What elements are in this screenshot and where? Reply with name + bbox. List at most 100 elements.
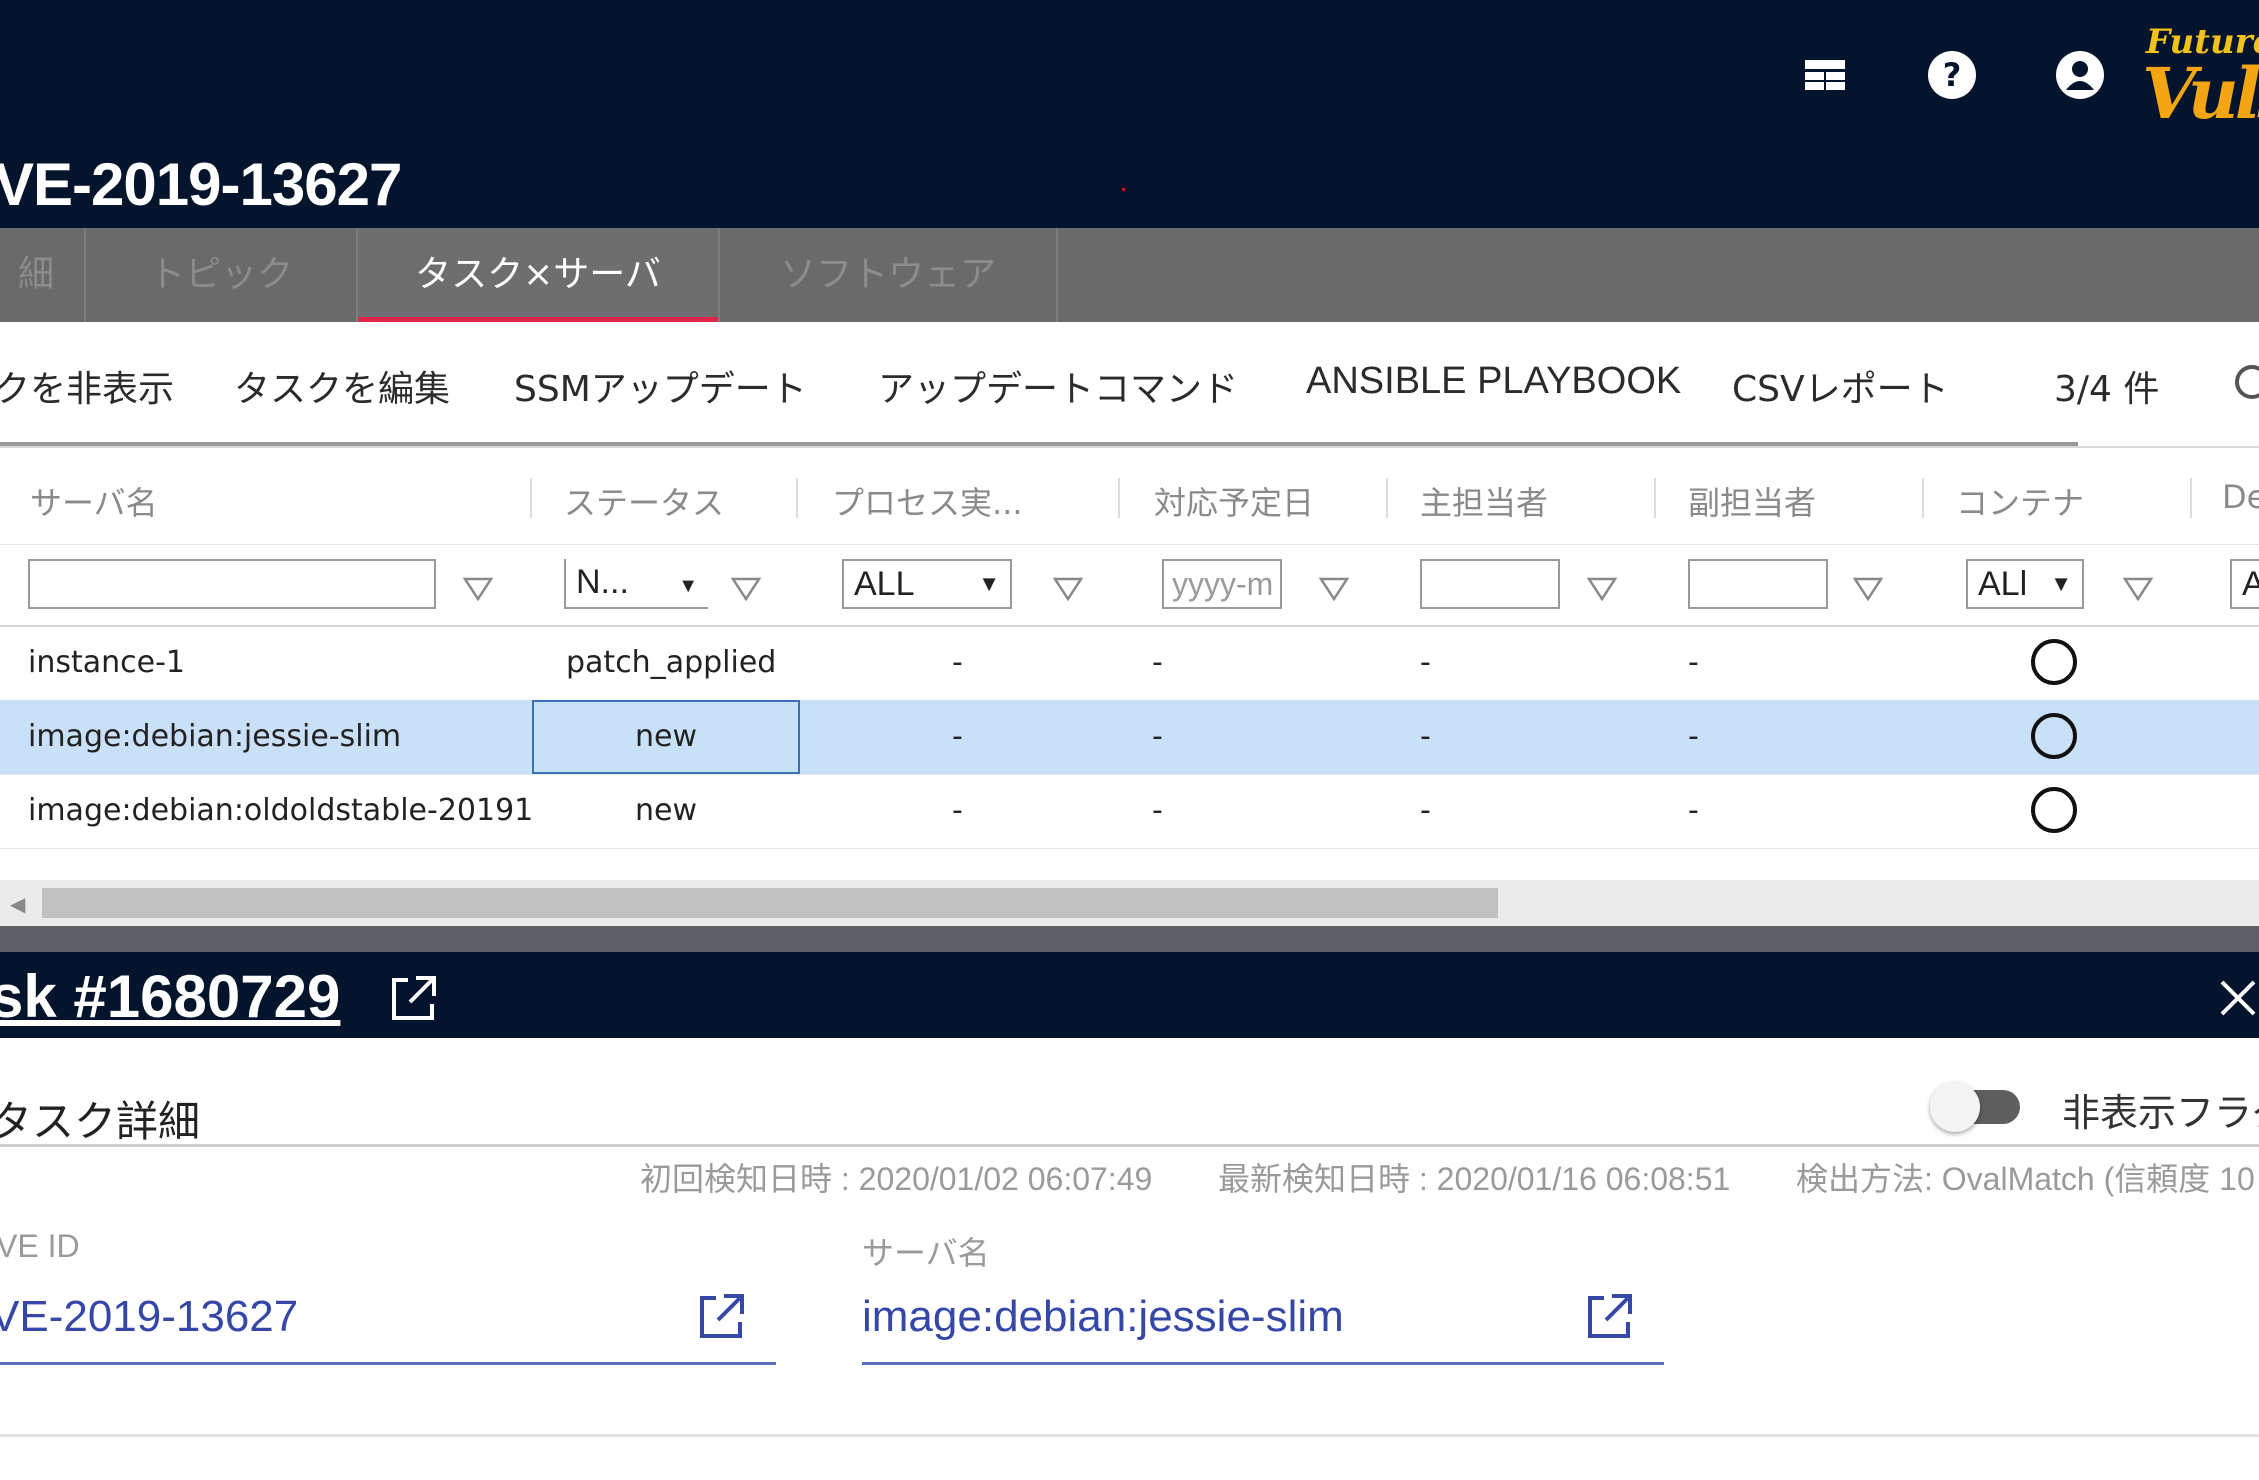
column-header-extra[interactable]: De	[2222, 478, 2259, 516]
main-assignee-filter-input[interactable]	[1420, 559, 1560, 609]
process-cell: -	[952, 793, 963, 828]
open-in-new-icon[interactable]	[694, 1290, 748, 1344]
cve-id-underline	[0, 1362, 776, 1365]
detection-method: 検出方法: OvalMatch (信頼度 10	[1796, 1161, 2255, 1197]
csv-report-button[interactable]: CSVレポート	[1732, 360, 1949, 412]
container-flag-icon	[2031, 639, 2077, 685]
last-detected: 最新検知日時 : 2020/01/16 06:08:51	[1218, 1161, 1731, 1197]
task-link[interactable]: sk #1680729	[0, 962, 340, 1031]
section-title: タスク詳細	[0, 1097, 201, 1146]
panel-splitter[interactable]	[0, 926, 2259, 952]
open-in-new-icon[interactable]	[386, 972, 440, 1026]
task-detail-header: sk #1680729	[0, 952, 2259, 1038]
tab-bar: 細 トピック タスク×サーバ ソフトウェア	[0, 228, 2259, 322]
filter-icon[interactable]	[2122, 575, 2154, 603]
ssm-update-button[interactable]: SSMアップデート	[514, 360, 807, 412]
tab-task-server[interactable]: タスク×サーバ	[358, 228, 720, 322]
filter-icon[interactable]	[462, 575, 494, 603]
tab-software[interactable]: ソフトウェア	[720, 228, 1058, 322]
task-detail-body: タスク詳細 非表示フラグ 初回検知日時 : 2020/01/02 06:07:4…	[0, 1038, 2259, 1480]
main-assignee-cell: -	[1420, 793, 1431, 828]
chevron-down-icon: ▼	[2050, 571, 2072, 596]
cve-id-link[interactable]: VE-2019-13627	[0, 1292, 298, 1342]
app-header: VE-2019-13627 ? Future Vuls	[0, 0, 2259, 228]
chevron-down-icon: ▼	[678, 575, 698, 597]
status-cell[interactable]: new	[532, 700, 800, 774]
server-name-label: サーバ名	[862, 1235, 990, 1271]
horizontal-scrollbar[interactable]: ◀	[0, 880, 2259, 926]
status-filter-select[interactable]: N... ▼	[564, 559, 708, 609]
chevron-down-icon: ▼	[978, 571, 1000, 596]
filter-icon[interactable]	[1052, 575, 1084, 603]
cve-id-label: VE ID	[0, 1228, 80, 1264]
main-assignee-cell: -	[1420, 645, 1431, 680]
column-header-sub-assignee[interactable]: 副担当者	[1688, 478, 1816, 524]
column-divider[interactable]	[1922, 478, 1924, 518]
column-header-server[interactable]: サーバ名	[30, 478, 158, 524]
filter-row: N... ▼ ALL ▼ yyyy-m ALl ▼ A	[0, 544, 2259, 627]
process-cell: -	[952, 719, 963, 754]
ansible-playbook-button[interactable]: ANSIBLE PLAYBOOK	[1306, 360, 1681, 403]
section-divider	[0, 1144, 2259, 1147]
filter-icon[interactable]	[730, 575, 762, 603]
container-flag-icon	[2031, 787, 2077, 833]
scrollbar-thumb[interactable]	[42, 888, 1498, 918]
grid-view-icon[interactable]	[1791, 42, 1857, 108]
column-header-container[interactable]: コンテナ	[1956, 478, 2084, 524]
main-assignee-cell: -	[1420, 719, 1431, 754]
tab-detail[interactable]: 細	[0, 228, 86, 322]
process-filter-select[interactable]: ALL ▼	[842, 559, 1012, 609]
section-divider	[0, 1434, 2259, 1437]
table-row[interactable]: image:debian:oldoldstable-2019111 new - …	[0, 774, 2259, 849]
hidden-flag-label: 非表示フラグ	[2062, 1091, 2259, 1135]
sub-assignee-cell: -	[1688, 793, 1699, 828]
container-filter-select[interactable]: ALl ▼	[1966, 559, 2084, 609]
toggle-knob	[1930, 1082, 1980, 1132]
update-command-button[interactable]: アップデートコマンド	[878, 360, 1238, 412]
table-row[interactable]: image:debian:jessie-slim new - - - -	[0, 700, 2259, 775]
server-name-cell: instance-1	[28, 645, 186, 680]
column-header-due-date[interactable]: 対応予定日	[1154, 478, 1314, 524]
filter-icon[interactable]	[1852, 575, 1884, 603]
sub-assignee-cell: -	[1688, 719, 1699, 754]
header-dot	[1122, 188, 1125, 191]
status-cell[interactable]: new	[532, 774, 800, 848]
hide-tasks-button[interactable]: クを非表示	[0, 360, 174, 412]
close-icon[interactable]	[2218, 978, 2258, 1018]
column-divider[interactable]	[1118, 478, 1120, 518]
column-divider[interactable]	[530, 478, 532, 518]
status-cell[interactable]: patch_applied	[566, 626, 796, 700]
column-divider[interactable]	[796, 478, 798, 518]
column-divider[interactable]	[1654, 478, 1656, 518]
due-date-cell: -	[1152, 645, 1163, 680]
due-date-cell: -	[1152, 719, 1163, 754]
extra-filter-select[interactable]: A	[2230, 559, 2259, 609]
column-divider[interactable]	[2190, 478, 2192, 518]
svg-text:?: ?	[1943, 56, 1962, 94]
column-divider[interactable]	[1386, 478, 1388, 518]
result-count: 3/4 件	[2054, 369, 2160, 410]
edit-tasks-button[interactable]: タスクを編集	[234, 360, 450, 412]
due-date-filter-input[interactable]: yyyy-m	[1162, 559, 1282, 609]
first-detected: 初回検知日時 : 2020/01/02 06:07:49	[640, 1161, 1153, 1197]
column-header-status[interactable]: ステータス	[564, 478, 724, 524]
scroll-left-icon[interactable]: ◀	[10, 892, 25, 916]
process-cell: -	[952, 645, 963, 680]
server-name-cell: image:debian:oldoldstable-2019111	[28, 793, 532, 828]
hidden-flag-toggle[interactable]	[1930, 1082, 2024, 1132]
column-header-process[interactable]: プロセス実...	[832, 478, 1023, 524]
page-title: VE-2019-13627	[0, 151, 402, 218]
column-header-main-assignee[interactable]: 主担当者	[1420, 478, 1548, 524]
refresh-icon[interactable]	[2230, 362, 2259, 402]
account-icon[interactable]	[2047, 42, 2113, 108]
server-filter-input[interactable]	[28, 559, 436, 609]
server-name-link[interactable]: image:debian:jessie-slim	[862, 1292, 1344, 1342]
filter-icon[interactable]	[1586, 575, 1618, 603]
container-flag-icon	[2031, 713, 2077, 759]
table-row[interactable]: instance-1 patch_applied - - - -	[0, 626, 2259, 701]
tab-topic[interactable]: トピック	[86, 228, 358, 322]
open-in-new-icon[interactable]	[1582, 1290, 1636, 1344]
help-icon[interactable]: ?	[1919, 42, 1985, 108]
sub-assignee-filter-input[interactable]	[1688, 559, 1828, 609]
filter-icon[interactable]	[1318, 575, 1350, 603]
